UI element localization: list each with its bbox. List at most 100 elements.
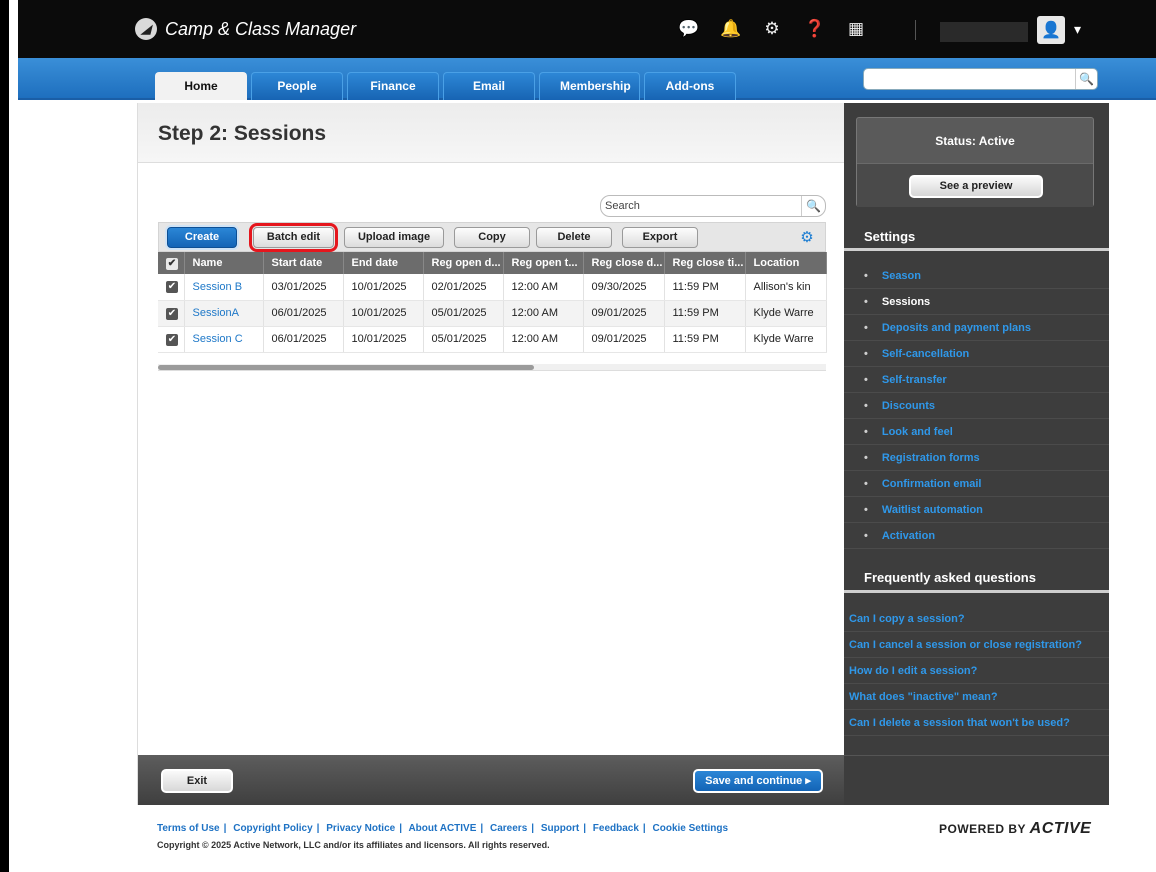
app-frame: ◢ Camp & Class Manager 💬 🔔 ⚙ ❓ ▦ 👤 ▾ Hom… <box>0 0 1156 872</box>
page-header: Step 2: Sessions <box>138 103 845 163</box>
row-checkbox[interactable]: ✔ <box>158 300 185 327</box>
select-all-checkbox[interactable]: ✔ <box>158 252 185 274</box>
main-panel: Step 2: Sessions 🔍 Create Batch edit Upl… <box>137 103 845 805</box>
footer-link-support[interactable]: Support <box>541 823 579 834</box>
footer-link-copyright[interactable]: Copyright Policy <box>233 823 312 834</box>
row-checkbox[interactable]: ✔ <box>158 274 185 301</box>
tab-email[interactable]: Email <box>443 72 535 100</box>
footer-link-feedback[interactable]: Feedback <box>593 823 639 834</box>
row-checkbox[interactable]: ✔ <box>158 326 185 353</box>
grid-toolbar: Create Batch edit Upload image Copy Dele… <box>158 222 826 252</box>
tab-add-ons[interactable]: Add-ons <box>644 72 736 100</box>
table-row[interactable]: ✔ SessionA 06/01/2025 10/01/2025 05/01/2… <box>158 300 827 327</box>
settings-list: • Season • Sessions • Deposits and payment … <box>844 263 1109 549</box>
sidebar-item-confirmation-email[interactable]: • Confirmation email <box>844 471 1109 497</box>
session-name-link[interactable]: Session B <box>193 281 243 293</box>
sidebar-footer <box>844 755 1109 805</box>
table-row[interactable]: ✔ Session B 03/01/2025 10/01/2025 02/01/… <box>158 274 827 301</box>
search-icon[interactable]: 🔍 <box>1075 69 1097 89</box>
see-preview-button[interactable]: See a preview <box>909 175 1043 198</box>
table-cell: 06/01/2025 <box>263 300 344 327</box>
sidebar-item-sessions[interactable]: • Sessions <box>844 289 1109 315</box>
status-card: Status: Active See a preview <box>856 117 1094 207</box>
column-header[interactable]: Reg open d... <box>423 252 504 274</box>
table-row[interactable]: ✔ Session C 06/01/2025 10/01/2025 05/01/… <box>158 326 827 353</box>
session-name-link[interactable]: Session C <box>193 333 243 345</box>
create-button[interactable]: Create <box>167 227 237 248</box>
sidebar-item-look-and-feel[interactable]: • Look and feel <box>844 419 1109 445</box>
column-header[interactable]: Reg open t... <box>503 252 584 274</box>
footer-link-privacy[interactable]: Privacy Notice <box>326 823 395 834</box>
table-cell: Klyde Warre <box>745 326 827 353</box>
footer-link-about[interactable]: About ACTIVE <box>408 823 476 834</box>
table-cell: 06/01/2025 <box>263 326 344 353</box>
sidebar-item-self-cancellation[interactable]: • Self-cancellation <box>844 341 1109 367</box>
divider <box>915 20 916 40</box>
footer-link-cookies[interactable]: Cookie Settings <box>653 823 729 834</box>
sidebar-item-waitlist-automation[interactable]: • Waitlist automation <box>844 497 1109 523</box>
faq-link[interactable]: Can I copy a session? <box>844 606 1109 632</box>
brand[interactable]: ◢ Camp & Class Manager <box>135 18 356 40</box>
sessions-table: ✔ Name Start date End date Reg open d...… <box>158 252 827 353</box>
action-footer: Exit Save and continue ▸ <box>138 755 845 805</box>
column-header[interactable]: Location <box>745 252 827 274</box>
chat-icon[interactable]: 💬 <box>678 19 699 39</box>
divider <box>844 248 1109 251</box>
batch-edit-button[interactable]: Batch edit <box>249 223 338 252</box>
horizontal-scrollbar[interactable] <box>158 364 826 371</box>
sidebar-item-registration-forms[interactable]: • Registration forms <box>844 445 1109 471</box>
apps-grid-icon[interactable]: ▦ <box>846 19 866 39</box>
search-icon[interactable]: 🔍 <box>801 196 825 216</box>
avatar[interactable]: 👤 <box>1037 16 1065 44</box>
session-name-link[interactable]: SessionA <box>193 307 239 319</box>
tab-home[interactable]: Home <box>155 72 247 100</box>
gear-icon[interactable]: ⚙ <box>799 229 815 245</box>
divider <box>844 590 1109 593</box>
status-badge: Status: Active <box>935 134 1015 148</box>
faq-heading: Frequently asked questions <box>864 570 1036 585</box>
sidebar-item-discounts[interactable]: • Discounts <box>844 393 1109 419</box>
sidebar-item-season[interactable]: • Season <box>844 263 1109 289</box>
sidebar-item-self-transfer[interactable]: • Self-transfer <box>844 367 1109 393</box>
bell-icon[interactable]: 🔔 <box>720 19 741 39</box>
chevron-down-icon[interactable]: ▾ <box>1074 21 1081 38</box>
user-name-redacted[interactable] <box>940 22 1028 42</box>
column-header[interactable]: Start date <box>263 252 344 274</box>
help-icon[interactable]: ❓ <box>804 19 825 39</box>
export-button[interactable]: Export <box>622 227 698 248</box>
column-header[interactable]: End date <box>343 252 424 274</box>
faq-link[interactable]: Can I cancel a session or close registra… <box>844 632 1109 658</box>
table-cell: 12:00 AM <box>503 274 584 301</box>
faq-link[interactable]: What does "inactive" mean? <box>844 684 1109 710</box>
footer-link-terms[interactable]: Terms of Use <box>157 823 220 834</box>
column-header[interactable]: Reg close d... <box>583 252 665 274</box>
table-cell: 02/01/2025 <box>423 274 504 301</box>
faq-link[interactable]: Can I delete a session that won't be use… <box>844 710 1109 736</box>
sidebar-item-activation[interactable]: • Activation <box>844 523 1109 549</box>
table-cell: 12:00 AM <box>503 326 584 353</box>
scrollbar-thumb[interactable] <box>158 365 534 370</box>
delete-button[interactable]: Delete <box>536 227 612 248</box>
top-bar: ◢ Camp & Class Manager 💬 🔔 ⚙ ❓ ▦ 👤 ▾ <box>18 0 1156 58</box>
brand-logo-icon: ◢ <box>135 18 157 40</box>
tab-finance[interactable]: Finance <box>347 72 439 100</box>
sidebar-item-deposits[interactable]: • Deposits and payment plans <box>844 315 1109 341</box>
tab-people[interactable]: People <box>251 72 343 100</box>
powered-by-logo: POWERED BY ACTIVE <box>939 820 1092 837</box>
exit-button[interactable]: Exit <box>161 769 233 793</box>
table-cell: Session B <box>184 274 264 301</box>
gear-icon[interactable]: ⚙ <box>762 19 782 39</box>
upload-image-button[interactable]: Upload image <box>344 227 444 248</box>
tab-membership[interactable]: Membership <box>539 72 640 100</box>
column-header[interactable]: Reg close ti... <box>664 252 746 274</box>
search-input[interactable] <box>605 198 795 214</box>
save-and-continue-button[interactable]: Save and continue ▸ <box>693 769 823 793</box>
sessions-search: 🔍 <box>600 195 826 217</box>
column-header[interactable]: Name <box>184 252 264 274</box>
table-cell: 09/30/2025 <box>583 274 665 301</box>
global-search-input[interactable]: 🔍 <box>863 68 1098 90</box>
table-cell: 09/01/2025 <box>583 300 665 327</box>
copy-button[interactable]: Copy <box>454 227 530 248</box>
footer-link-careers[interactable]: Careers <box>490 823 527 834</box>
faq-link[interactable]: How do I edit a session? <box>844 658 1109 684</box>
